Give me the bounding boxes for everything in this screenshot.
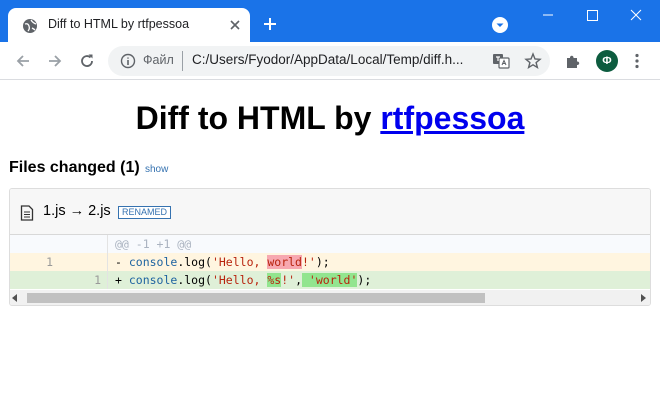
- old-line-number: [10, 271, 59, 289]
- url-text[interactable]: C:/Users/Fyodor/AppData/Local/Temp/diff.…: [192, 52, 463, 67]
- code-token: console: [128, 273, 178, 287]
- files-changed-heading: Files changed (1): [9, 159, 140, 176]
- deleted-line-row: 1 - console.log('Hello, world!');: [10, 253, 650, 271]
- renamed-badge: RENAMED: [118, 206, 172, 219]
- minimize-window-icon[interactable]: [526, 0, 570, 30]
- close-tab-icon[interactable]: [228, 18, 242, 32]
- hunk-header-row: @@ -1 +1 @@: [10, 235, 650, 253]
- tab-title: Diff to HTML by rtfpessoa: [48, 17, 190, 31]
- page-title: Diff to HTML by rtfpessoa: [0, 100, 660, 137]
- back-arrow-icon[interactable]: [14, 52, 32, 70]
- code-token: .log(: [177, 273, 212, 287]
- info-icon[interactable]: [120, 53, 136, 69]
- new-tab-icon[interactable]: [262, 16, 278, 32]
- diff-prefix: +: [115, 273, 129, 287]
- new-line-number: [59, 235, 108, 253]
- extensions-puzzle-icon[interactable]: [564, 52, 582, 70]
- horizontal-scrollbar[interactable]: [10, 290, 650, 305]
- close-window-icon[interactable]: [614, 0, 658, 30]
- file-diff: 1.js → 2.js RENAMED @@ -1 +1 @@ 1 - cons…: [9, 188, 651, 306]
- old-line-number: [10, 235, 59, 253]
- file-icon: [20, 205, 34, 221]
- inserted-code: + console.log('Hello, %s!', 'world');: [109, 271, 371, 289]
- diff-prefix: -: [115, 255, 129, 269]
- translate-icon[interactable]: [492, 52, 510, 70]
- deleted-highlight: world: [267, 255, 302, 269]
- maximize-window-icon[interactable]: [570, 0, 614, 30]
- inserted-line-row: 1 + console.log('Hello, %s!', 'world');: [10, 271, 650, 289]
- old-line-number: 1: [10, 253, 59, 271]
- code-token: !': [301, 255, 316, 269]
- code-token: !': [281, 273, 296, 287]
- reload-icon[interactable]: [78, 52, 96, 70]
- omnibox-divider: [182, 51, 183, 71]
- more-menu-icon[interactable]: [628, 52, 646, 70]
- new-line-number: 1: [59, 271, 108, 289]
- browser-titlebar: Diff to HTML by rtfpessoa: [0, 0, 660, 42]
- file-name: 1.js → 2.js: [43, 203, 111, 219]
- chevron-down-icon: [496, 23, 504, 27]
- inserted-highlight: 'world': [302, 273, 358, 287]
- forward-arrow-icon[interactable]: [46, 52, 64, 70]
- profile-avatar[interactable]: Ф: [596, 50, 618, 72]
- hunk-header: @@ -1 +1 @@: [115, 237, 192, 251]
- code-token: ,: [295, 273, 302, 287]
- browser-tab[interactable]: Diff to HTML by rtfpessoa: [8, 8, 250, 42]
- page-title-text: Diff to HTML by: [135, 100, 381, 136]
- new-line-number: [59, 253, 108, 271]
- code-token: console: [128, 255, 178, 269]
- code-token: 'Hello,: [211, 273, 268, 287]
- scheme-label: Файл: [143, 53, 174, 67]
- code-token: 'Hello,: [211, 255, 268, 269]
- author-link[interactable]: rtfpessoa: [380, 100, 524, 136]
- code-token: .log(: [177, 255, 212, 269]
- show-files-link[interactable]: show: [145, 164, 168, 175]
- deleted-code: - console.log('Hello, world!');: [109, 253, 330, 271]
- bookmark-star-icon[interactable]: [524, 52, 542, 70]
- scroll-left-arrow-icon[interactable]: [12, 294, 17, 302]
- scroll-right-arrow-icon[interactable]: [641, 294, 646, 302]
- inserted-highlight: %s: [267, 273, 282, 287]
- code-token: );: [357, 273, 372, 287]
- file-header: 1.js → 2.js RENAMED: [10, 189, 650, 235]
- scrollbar-thumb[interactable]: [27, 293, 485, 303]
- tab-search-button[interactable]: [492, 17, 508, 33]
- globe-icon: [23, 19, 37, 33]
- code-token: );: [315, 255, 330, 269]
